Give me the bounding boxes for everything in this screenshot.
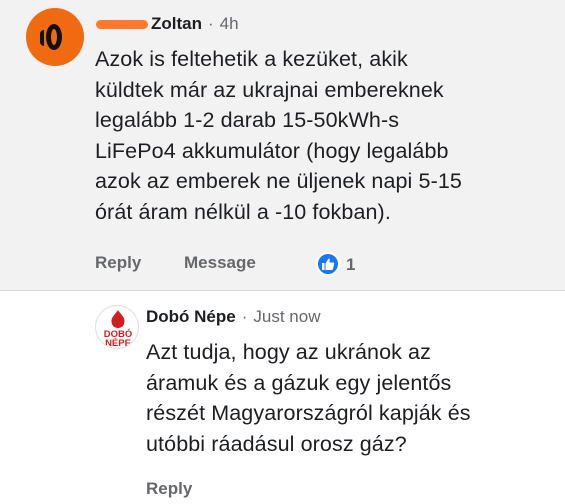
comment-card: Zoltan · 4h Azok is feltehetik a kezüket, … xyxy=(0,0,565,290)
comment-line: azok az emberek ne üljenek napi 5-15 xyxy=(95,169,462,193)
comment-text: Azok is feltehetik a kezüket, akik küldt… xyxy=(95,44,462,227)
reply-reply-button[interactable]: Reply xyxy=(146,479,192,498)
separator-dot: · xyxy=(208,14,214,33)
avatar[interactable] xyxy=(26,8,84,66)
comment-line: Azok is feltehetik a kezüket, akik xyxy=(95,47,408,71)
message-button[interactable]: Message xyxy=(184,253,256,273)
page-avatar[interactable]: DOBÓ NÉPE xyxy=(95,305,139,349)
comment-header: Zoltan · 4h xyxy=(96,14,239,34)
page-logo: DOBÓ NÉPE xyxy=(104,310,132,349)
reply-line: Azt tudja, hogy az ukránok az xyxy=(146,340,431,364)
thumbs-up-glyph xyxy=(322,258,335,270)
reply-time[interactable]: Just now xyxy=(253,307,320,326)
avatar-mark-ring xyxy=(46,24,62,50)
separator-dot: · xyxy=(241,307,248,326)
reply-button[interactable]: Reply xyxy=(95,253,141,273)
reply-author-name[interactable]: Dobó Népe xyxy=(146,307,236,326)
reply-line: áramuk és a gázuk egy jelentős xyxy=(146,370,452,395)
reply-header: Dobó Népe · Just now xyxy=(146,307,321,327)
redaction-scribble xyxy=(96,20,148,30)
reply-text: Azt tudja, hogy az ukránok az áramuk és … xyxy=(146,337,471,459)
thumbs-up-icon[interactable] xyxy=(316,252,340,276)
reply-line: részét Magyarországról kapják és xyxy=(146,401,471,425)
comment-line: legalább 1-2 darab 15-50kWh-s xyxy=(95,108,400,132)
author-name[interactable]: Zoltan xyxy=(151,14,202,33)
svg-text:NÉPE: NÉPE xyxy=(105,338,131,349)
divider xyxy=(0,290,565,291)
comment-time[interactable]: 4h xyxy=(220,14,239,33)
comment-line: küldtek már az ukrajnai embereknek xyxy=(95,77,444,102)
comment-line: órát áram nélkül a -10 fokban). xyxy=(95,199,391,224)
like-count: 1 xyxy=(346,255,356,274)
comment-line: LiFePo4 akkumulátor (hogy legalább xyxy=(95,138,449,163)
reply-line: utóbbi ráadásul orosz gáz? xyxy=(146,431,407,456)
reply-actions: Reply xyxy=(146,479,192,499)
